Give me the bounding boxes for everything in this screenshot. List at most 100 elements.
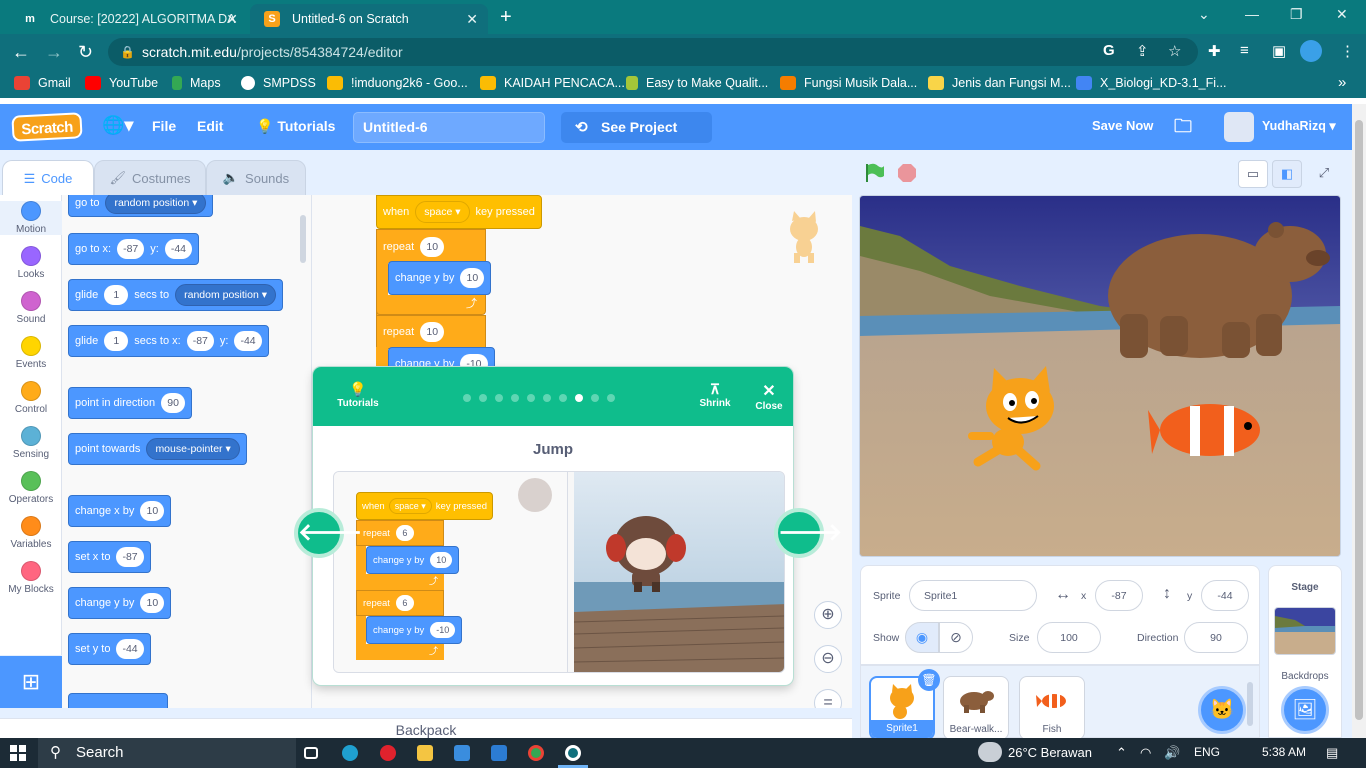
bookmark-jenis[interactable]: Jenis dan Fungsi M...: [928, 76, 1071, 90]
weather-text[interactable]: 26°C Berawan: [1008, 745, 1092, 760]
windows-start-icon[interactable]: [10, 745, 26, 761]
block-repeat[interactable]: repeat 10: [376, 229, 486, 263]
store-icon[interactable]: [454, 745, 470, 761]
category-motion[interactable]: Motion: [0, 201, 62, 235]
block-change-x[interactable]: change x by 10: [68, 495, 172, 527]
google-icon[interactable]: G: [1103, 42, 1115, 59]
side-panel-icon[interactable]: ▣: [1272, 42, 1286, 60]
new-tab-button[interactable]: +: [500, 6, 512, 29]
restore-icon[interactable]: ❐: [1290, 6, 1303, 23]
notifications-icon[interactable]: ▤: [1326, 745, 1338, 761]
key-dropdown[interactable]: space ▾: [415, 201, 470, 223]
block-point-towards[interactable]: point towards mouse-pointer ▾: [68, 433, 247, 465]
close-button[interactable]: ✕ Close: [749, 381, 789, 412]
secs-input[interactable]: 1: [104, 331, 129, 351]
sprite-list-scrollbar[interactable]: [1247, 682, 1253, 726]
direction-input[interactable]: 90: [161, 393, 186, 413]
close-tab-icon[interactable]: ✕: [466, 11, 478, 28]
edge-icon[interactable]: [342, 745, 358, 761]
set-x-input[interactable]: -87: [116, 547, 144, 567]
show-visible-toggle[interactable]: ◉: [905, 622, 939, 653]
language-indicator[interactable]: ENG: [1194, 745, 1220, 759]
bookmark-youtube[interactable]: YouTube: [85, 76, 158, 90]
back-icon[interactable]: ←: [12, 42, 30, 63]
close-window-icon[interactable]: ✕: [1336, 6, 1348, 23]
block-when-key-pressed[interactable]: when space ▾ key pressed: [376, 195, 542, 229]
block-change-y[interactable]: change y by 10: [388, 261, 492, 295]
secs-input[interactable]: 1: [104, 285, 129, 305]
shrink-button[interactable]: ⊼ Shrink: [695, 381, 735, 409]
backpack-bar[interactable]: Backpack: [0, 718, 852, 738]
step-dot[interactable]: [559, 394, 567, 402]
show-hidden-toggle[interactable]: ⊘: [939, 622, 973, 653]
category-events[interactable]: Events: [0, 336, 62, 370]
language-globe-icon[interactable]: 🌐▾: [102, 115, 133, 136]
delete-sprite-trash-icon[interactable]: 🗑: [918, 669, 940, 691]
y-input[interactable]: -44: [234, 331, 262, 351]
block-if-on-edge-bounce[interactable]: [68, 693, 168, 708]
zoom-in-button[interactable]: ⊕: [814, 601, 842, 629]
size-field[interactable]: 100: [1037, 622, 1101, 653]
category-operators[interactable]: Operators: [0, 471, 62, 505]
set-y-input[interactable]: -44: [116, 639, 144, 659]
reload-icon[interactable]: ↻: [78, 42, 93, 63]
clock[interactable]: 5:38 AM: [1262, 745, 1306, 759]
bookmark-imduong[interactable]: !imduong2k6 - Goo...: [327, 76, 468, 90]
go-to-target-dropdown[interactable]: random position ▾: [105, 195, 207, 214]
chevron-down-icon[interactable]: ⌄: [1198, 6, 1210, 23]
bookmark-gmail[interactable]: Gmail: [14, 76, 71, 90]
taskbar-search[interactable]: ⚲ Search: [38, 738, 296, 768]
bookmark-kaidah[interactable]: KAIDAH PENCACA...: [480, 76, 625, 90]
step-dot[interactable]: [591, 394, 599, 402]
step-dot[interactable]: [463, 394, 471, 402]
page-scrollbar[interactable]: [1352, 104, 1366, 738]
block-glide-random[interactable]: glide 1 secs to random position ▾: [68, 279, 284, 311]
y-input[interactable]: -44: [164, 239, 193, 259]
chrome-icon[interactable]: [528, 745, 544, 761]
block-go-to[interactable]: go to random position ▾: [68, 195, 214, 217]
x-input[interactable]: -87: [117, 239, 145, 259]
bookmark-maps[interactable]: Maps: [172, 76, 221, 90]
scratch-logo[interactable]: Scratch: [11, 112, 83, 142]
tutorial-prev-button[interactable]: 🡐: [294, 508, 362, 558]
file-explorer-icon[interactable]: [417, 745, 433, 761]
category-sensing[interactable]: Sensing: [0, 426, 62, 460]
menu-file[interactable]: File: [152, 118, 176, 134]
change-y-input[interactable]: 10: [460, 268, 485, 288]
category-variables[interactable]: Variables: [0, 516, 62, 550]
stage-canvas[interactable]: [859, 195, 1341, 557]
block-change-y[interactable]: change y by 10: [68, 587, 172, 619]
task-view-icon[interactable]: [304, 747, 318, 759]
show-hidden-icons-icon[interactable]: ⌃: [1116, 745, 1127, 761]
my-stuff-folder-icon[interactable]: 🗀: [1174, 114, 1192, 144]
bookmark-biologi[interactable]: X_Biologi_KD-3.1_Fi...: [1076, 76, 1226, 90]
y-field[interactable]: -44: [1201, 580, 1249, 611]
add-backdrop-button[interactable]: 🖼: [1281, 686, 1329, 734]
chrome-active-icon[interactable]: [565, 745, 581, 761]
browser-tab-scratch[interactable]: S Untitled-6 on Scratch ✕: [250, 4, 488, 34]
forward-icon[interactable]: →: [45, 42, 63, 63]
category-my-blocks[interactable]: My Blocks: [0, 561, 62, 595]
x-input[interactable]: -87: [186, 331, 214, 351]
zoom-out-button[interactable]: ⊖: [814, 645, 842, 673]
tutorial-next-button[interactable]: 🡒: [774, 508, 842, 558]
page-scrollbar-thumb[interactable]: [1355, 120, 1363, 720]
step-dot[interactable]: [543, 394, 551, 402]
block-point-in-direction[interactable]: point in direction 90: [68, 387, 193, 419]
media-icon[interactable]: ≡: [1240, 42, 1249, 59]
avatar[interactable]: [1224, 112, 1254, 142]
opera-icon[interactable]: [380, 745, 396, 761]
profile-icon[interactable]: [1300, 40, 1322, 62]
star-icon[interactable]: ☆: [1168, 42, 1181, 60]
share-icon[interactable]: ⇪: [1136, 42, 1149, 60]
point-towards-dropdown[interactable]: mouse-pointer ▾: [146, 438, 240, 460]
glide-target-dropdown[interactable]: random position ▾: [175, 284, 277, 306]
block-go-to-xy[interactable]: go to x: -87 y: -44: [68, 233, 200, 265]
fullscreen-icon[interactable]: ⤢: [1309, 160, 1339, 188]
direction-field[interactable]: 90: [1184, 622, 1248, 653]
add-sprite-button[interactable]: 🐱: [1198, 686, 1246, 734]
block-set-y[interactable]: set y to -44: [68, 633, 151, 665]
repeat-count-input[interactable]: 10: [420, 236, 445, 257]
sprite-tile-fish[interactable]: Fish: [1019, 676, 1085, 740]
browser-tab-course[interactable]: m Course: [20222] ALGORITMA DA ✕: [8, 4, 248, 34]
